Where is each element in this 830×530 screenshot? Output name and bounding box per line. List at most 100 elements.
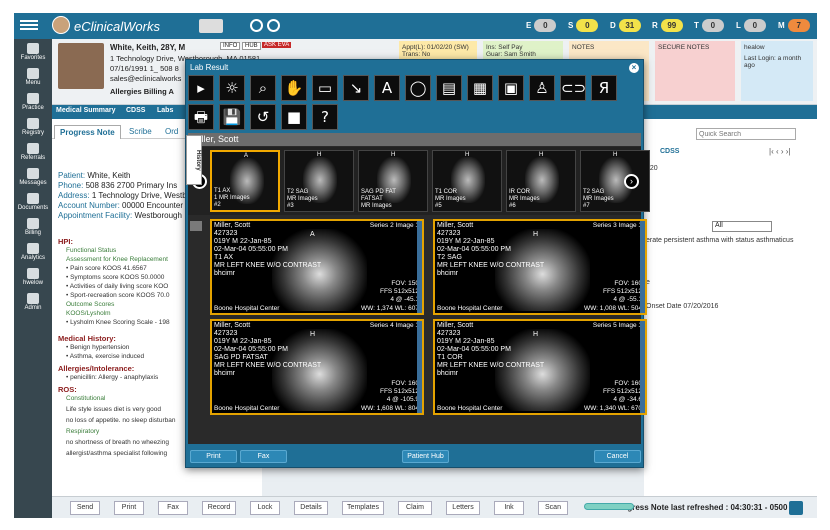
claim-button[interactable]: Claim [398,501,432,515]
secure-notes-box[interactable]: SECURE NOTES [655,41,735,101]
registry-icon [27,118,39,129]
print-button[interactable]: Print [190,450,237,463]
sidebar-item-menu[interactable]: Menu [14,68,52,86]
viewport-scrollbar[interactable] [640,321,645,413]
image-viewport[interactable]: Miller, Scott 427323 019Y M 22-Jan-85 02… [210,319,424,415]
nav-arrows-icon[interactable]: |‹ ‹ › ›| [769,147,790,156]
details-button[interactable]: Details [294,501,328,515]
counter-d[interactable]: D 31 [610,19,641,32]
viewer-tool-icon-12[interactable]: ♙ [529,75,555,101]
counter-e[interactable]: E0 [526,19,557,32]
patient-hub-button[interactable]: Patient Hub [402,450,449,463]
viewer-tool-icon-3[interactable]: ↺ [250,104,276,130]
viewer-tool-icon-14[interactable]: Я [591,75,617,101]
viewer-tool-icon-4[interactable]: ■ [281,104,307,130]
viewer-tool-icon-11[interactable]: ▣ [498,75,524,101]
patient-name[interactable]: White, Keith, 28Y, M [110,43,185,52]
history-tab[interactable]: History [186,135,202,185]
filter-select[interactable]: All [712,221,772,232]
record-button[interactable]: Record [202,501,236,515]
patient-email[interactable]: sales@eclinicalworks [110,74,181,83]
ros_items-item: no loss of appetite. no sleep disturban [66,417,176,424]
viewport-scrollbar[interactable] [417,221,422,313]
series-thumbnail[interactable]: H T2 SAG MR Images #3 [284,150,354,212]
viewer-tool-icon-9[interactable]: ▤ [436,75,462,101]
tab-progress-note[interactable]: Progress Note [54,125,121,139]
series-thumbnail[interactable]: A T1 AX 1 MR Images #2 [210,150,280,212]
sidebar-item-hwelow[interactable]: hwelow [14,268,52,286]
last-login: Last Login: a month ago [744,55,802,69]
tab-orders[interactable]: Ord [160,125,183,139]
image-viewport[interactable]: Miller, Scott 427323 019Y M 22-Jan-85 02… [210,219,424,315]
circle-icon-1[interactable] [250,19,263,32]
patient-allergies[interactable]: Allergies Billing A [110,87,174,96]
viewer-tool-icon-4[interactable]: ✋ [281,75,307,101]
tab-medical-summary[interactable]: Medical Summary [56,107,116,114]
patient-lookup-icon[interactable] [199,19,223,33]
viewer-tool-icon-5[interactable]: ? [312,104,338,130]
templates-button[interactable]: Templates [342,501,384,515]
viewport-scrollbar[interactable] [417,321,422,413]
orientation-marker: A [310,231,315,238]
tab-cdss[interactable]: CDSS [126,107,145,114]
viewer-tool-icon-10[interactable]: ▦ [467,75,493,101]
tab-scribe[interactable]: Scribe [124,125,157,139]
viewer-tool-icon-7[interactable]: A [374,75,400,101]
series-thumbnail[interactable]: H IR COR MR Images #6 [506,150,576,212]
series-thumbnail[interactable]: H T1 COR MR Images #5 [432,150,502,212]
fax-button[interactable]: Fax [158,501,188,515]
fax-button[interactable]: Fax [240,450,287,463]
print-button[interactable]: Print [114,501,144,515]
counter-m[interactable]: M7 [778,19,810,32]
viewer-tool-icon-13[interactable]: ⊂⊃ [560,75,586,101]
viewer-tool-icon-3[interactable]: ⌕ [250,75,276,101]
send-button[interactable]: Send [70,501,100,515]
viewer-tool-icon-5[interactable]: ▭ [312,75,338,101]
viewer-tool-icon-8[interactable]: ◯ [405,75,431,101]
image-viewport[interactable]: Miller, Scott 427323 019Y M 22-Jan-85 02… [433,319,647,415]
ink-button[interactable]: Ink [494,501,524,515]
scan-button[interactable]: Scan [538,501,568,515]
counter-l[interactable]: L0 [736,19,766,32]
sidebar-item-favorites[interactable]: Favorites [14,43,52,61]
tool-gear-icon[interactable] [190,221,202,231]
healow-box[interactable]: healow Last Login: a month ago [741,41,813,101]
sidebar-item-messages[interactable]: Messages [14,168,52,186]
sidebar-item-registry[interactable]: Registry [14,118,52,136]
sidebar-item-admin[interactable]: Admin [14,293,52,311]
sidebar-item-referrals[interactable]: Referrals [14,143,52,161]
series-thumbnail[interactable]: H SAG PD FAT FATSAT MR Images [358,150,428,212]
thumbs-next-icon[interactable]: › [624,174,639,189]
sidebar-item-analytics[interactable]: Analytics [14,243,52,261]
thumbnail-text: MR Images [583,196,614,202]
ask-eva-button[interactable]: ASK EVA [262,42,292,48]
circle-icon-2[interactable] [267,19,280,32]
refresh-icon[interactable] [789,501,803,515]
quick-search-input[interactable] [696,128,796,140]
hub-button[interactable]: HUB [242,42,261,50]
lock-button[interactable]: Lock [250,501,280,515]
user-avatar[interactable] [52,16,70,34]
tab-labs[interactable]: Labs [157,107,173,114]
viewer-tool-icon-1[interactable]: ▸ [188,75,214,101]
cdss-label[interactable]: CDSS [660,148,679,155]
cancel-button[interactable]: Cancel [594,450,641,463]
close-icon[interactable]: × [629,63,639,73]
image-viewport[interactable]: Miller, Scott 427323 019Y M 22-Jan-85 02… [433,219,647,315]
series-thumbnail[interactable]: H T2 SAG MR Images #7 [580,150,650,212]
viewport-scrollbar[interactable] [640,221,645,313]
viewer-tool-icon-1[interactable]: 🖶 [188,104,214,130]
counter-r[interactable]: R 99 [652,19,683,32]
info-button[interactable]: INFO [220,42,241,50]
letters-button[interactable]: Letters [446,501,480,515]
counter-s[interactable]: S0 [568,19,599,32]
viewer-tool-icon-6[interactable]: ↘ [343,75,369,101]
hamburger-menu-icon[interactable] [20,18,38,32]
viewer-tool-icon-2[interactable]: ☼ [219,75,245,101]
sidebar-item-documents[interactable]: Documents [14,193,52,211]
counter-t[interactable]: T0 [694,19,724,32]
dicom-params: FOV: 160 FFS 512x512 4 @ -55.1 [603,280,642,304]
sidebar-item-billing[interactable]: Billing [14,218,52,236]
sidebar-item-practice[interactable]: Practice [14,93,52,111]
viewer-tool-icon-2[interactable]: 💾 [219,104,245,130]
